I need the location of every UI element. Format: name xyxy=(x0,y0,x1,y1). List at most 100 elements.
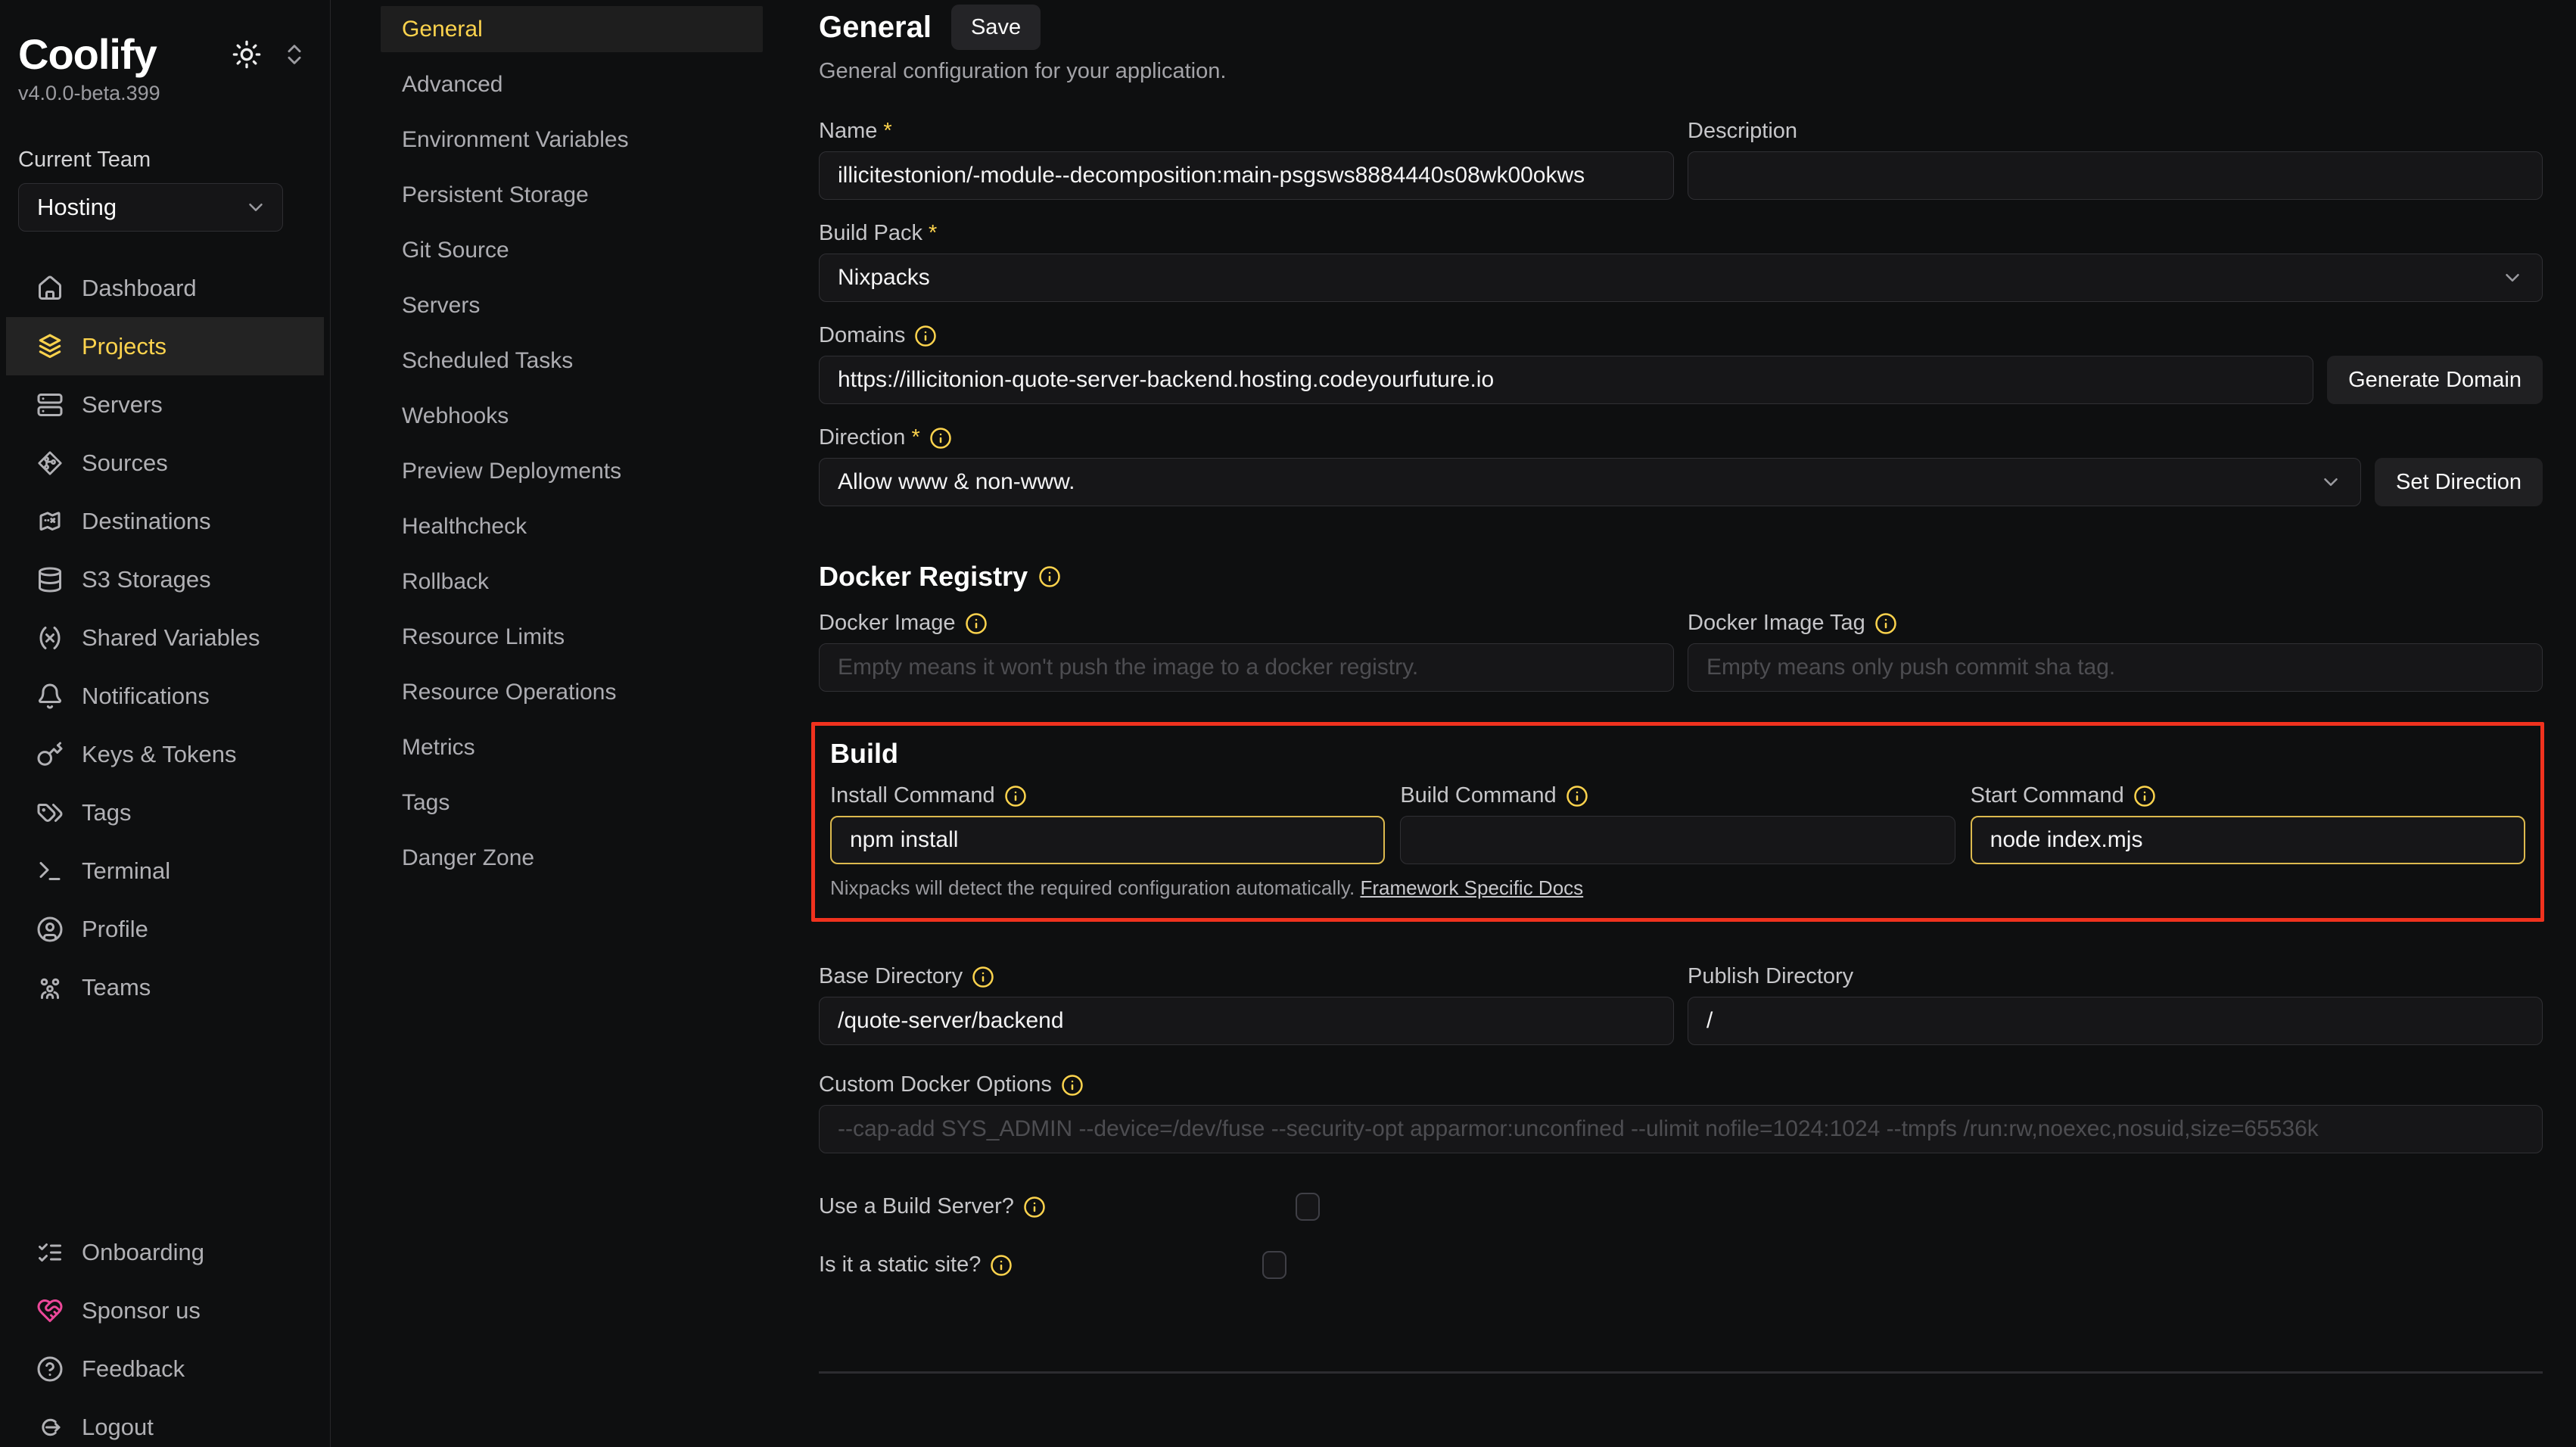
sidebar-item-profile[interactable]: Profile xyxy=(6,900,324,958)
custom-docker-options-input[interactable] xyxy=(819,1105,2543,1153)
publish-directory-field-group: Publish Directory xyxy=(1688,964,2543,1045)
sidebar-item-terminal[interactable]: Terminal xyxy=(6,842,324,900)
install-command-label: Install Command xyxy=(830,783,995,808)
required-mark: * xyxy=(911,425,919,450)
docker-image-tag-input[interactable] xyxy=(1688,643,2543,692)
sidebar-item-teams[interactable]: Teams xyxy=(6,958,324,1016)
subnav-item-preview-deployments[interactable]: Preview Deployments xyxy=(381,448,763,494)
framework-docs-link[interactable]: Framework Specific Docs xyxy=(1360,876,1583,899)
info-icon xyxy=(1004,785,1027,808)
publish-directory-input[interactable] xyxy=(1688,997,2543,1045)
subnav-item-environment-variables[interactable]: Environment Variables xyxy=(381,117,763,163)
build-pack-label: Build Pack xyxy=(819,221,922,246)
name-input[interactable] xyxy=(819,151,1674,200)
nixpacks-helper-text: Nixpacks will detect the required config… xyxy=(830,876,1355,899)
subnav-item-label: Rollback xyxy=(402,569,489,595)
generate-domain-button[interactable]: Generate Domain xyxy=(2327,356,2543,404)
required-mark: * xyxy=(883,119,891,144)
start-command-field-group: Start Command xyxy=(1971,783,2525,864)
subnav-item-label: Persistent Storage xyxy=(402,182,589,208)
checklist-icon xyxy=(36,1239,64,1266)
sidebar-item-label: Terminal xyxy=(82,857,170,885)
key-icon xyxy=(36,741,64,768)
sidebar-item-destinations[interactable]: Destinations xyxy=(6,492,324,550)
sidebar-item-sponsor[interactable]: Sponsor us xyxy=(6,1281,324,1340)
docker-image-input[interactable] xyxy=(819,643,1674,692)
section-divider xyxy=(819,1371,2543,1374)
team-select[interactable]: Hosting xyxy=(18,183,283,232)
sidebar-item-label: Sponsor us xyxy=(82,1297,201,1324)
build-server-checkbox[interactable] xyxy=(1296,1193,1320,1221)
info-icon xyxy=(929,427,952,450)
save-button[interactable]: Save xyxy=(951,5,1041,50)
subnav-item-danger-zone[interactable]: Danger Zone xyxy=(381,835,763,881)
domains-input[interactable] xyxy=(819,356,2313,404)
direction-select[interactable]: Allow www & non-www. xyxy=(819,458,2361,506)
build-command-input[interactable] xyxy=(1400,816,1955,864)
subnav-item-label: Preview Deployments xyxy=(402,459,621,484)
sidebar-item-label: Notifications xyxy=(82,683,210,710)
info-icon xyxy=(1038,565,1061,588)
docker-image-label: Docker Image xyxy=(819,611,956,636)
subnav-item-general[interactable]: General xyxy=(381,6,763,52)
user-circle-icon xyxy=(36,916,64,943)
sidebar-item-onboarding[interactable]: Onboarding xyxy=(6,1223,324,1281)
subnav-item-label: Advanced xyxy=(402,72,502,98)
subnav-item-resource-limits[interactable]: Resource Limits xyxy=(381,614,763,660)
description-input[interactable] xyxy=(1688,151,2543,200)
theme-toggle-sun-icon[interactable] xyxy=(232,39,262,70)
subnav-item-metrics[interactable]: Metrics xyxy=(381,724,763,770)
subnav-item-servers[interactable]: Servers xyxy=(381,282,763,328)
static-site-label: Is it a static site? xyxy=(819,1253,981,1277)
subnav-item-git-source[interactable]: Git Source xyxy=(381,227,763,273)
base-directory-input[interactable] xyxy=(819,997,1674,1045)
subnav-item-label: Resource Limits xyxy=(402,624,565,650)
subnav-item-advanced[interactable]: Advanced xyxy=(381,61,763,107)
build-pack-select[interactable]: Nixpacks xyxy=(819,254,2543,302)
direction-value: Allow www & non-www. xyxy=(838,469,1075,495)
logout-icon xyxy=(36,1414,64,1441)
heart-handshake-icon xyxy=(36,1297,64,1324)
sidebar-item-projects[interactable]: Projects xyxy=(6,317,324,375)
subnav-item-label: Environment Variables xyxy=(402,127,629,153)
install-command-input[interactable] xyxy=(830,816,1385,864)
start-command-input[interactable] xyxy=(1971,816,2525,864)
sidebar-item-s3-storages[interactable]: S3 Storages xyxy=(6,550,324,608)
subnav-item-rollback[interactable]: Rollback xyxy=(381,559,763,605)
build-pack-field-group: Build Pack * Nixpacks xyxy=(819,221,2543,302)
sidebar-collapse-icon[interactable] xyxy=(282,42,307,67)
sidebar-item-servers[interactable]: Servers xyxy=(6,375,324,434)
sidebar-item-label: Servers xyxy=(82,391,163,419)
direction-label: Direction xyxy=(819,425,905,450)
terminal-icon xyxy=(36,857,64,885)
sidebar-item-logout[interactable]: Logout xyxy=(6,1398,324,1447)
page-subtitle: General configuration for your applicati… xyxy=(819,59,2543,84)
subnav-item-webhooks[interactable]: Webhooks xyxy=(381,393,763,439)
required-mark: * xyxy=(929,221,937,246)
description-field-group: Description xyxy=(1688,119,2543,200)
set-direction-button[interactable]: Set Direction xyxy=(2375,458,2543,506)
build-command-label: Build Command xyxy=(1400,783,1556,808)
subnav-item-persistent-storage[interactable]: Persistent Storage xyxy=(381,172,763,218)
subnav-item-healthcheck[interactable]: Healthcheck xyxy=(381,503,763,549)
sidebar-item-feedback[interactable]: Feedback xyxy=(6,1340,324,1398)
subnav-item-resource-operations[interactable]: Resource Operations xyxy=(381,669,763,715)
info-icon xyxy=(1874,612,1897,635)
sidebar-item-shared-variables[interactable]: Shared Variables xyxy=(6,608,324,667)
build-title: Build xyxy=(830,738,898,770)
sidebar-item-keys-tokens[interactable]: Keys & Tokens xyxy=(6,725,324,783)
variable-icon xyxy=(36,624,64,652)
map-icon xyxy=(36,508,64,535)
domains-field-group: Domains Generate Domain xyxy=(819,323,2543,404)
sidebar-item-notifications[interactable]: Notifications xyxy=(6,667,324,725)
subnav-item-label: Scheduled Tasks xyxy=(402,348,573,374)
subnav-item-scheduled-tasks[interactable]: Scheduled Tasks xyxy=(381,338,763,384)
sidebar-item-sources[interactable]: Sources xyxy=(6,434,324,492)
subnav-item-tags[interactable]: Tags xyxy=(381,780,763,826)
static-site-checkbox[interactable] xyxy=(1262,1251,1286,1279)
users-icon xyxy=(36,974,64,1001)
sidebar-item-tags[interactable]: Tags xyxy=(6,783,324,842)
sidebar-item-dashboard[interactable]: Dashboard xyxy=(6,259,324,317)
publish-directory-label: Publish Directory xyxy=(1688,964,1853,989)
team-select-value: Hosting xyxy=(37,194,117,221)
